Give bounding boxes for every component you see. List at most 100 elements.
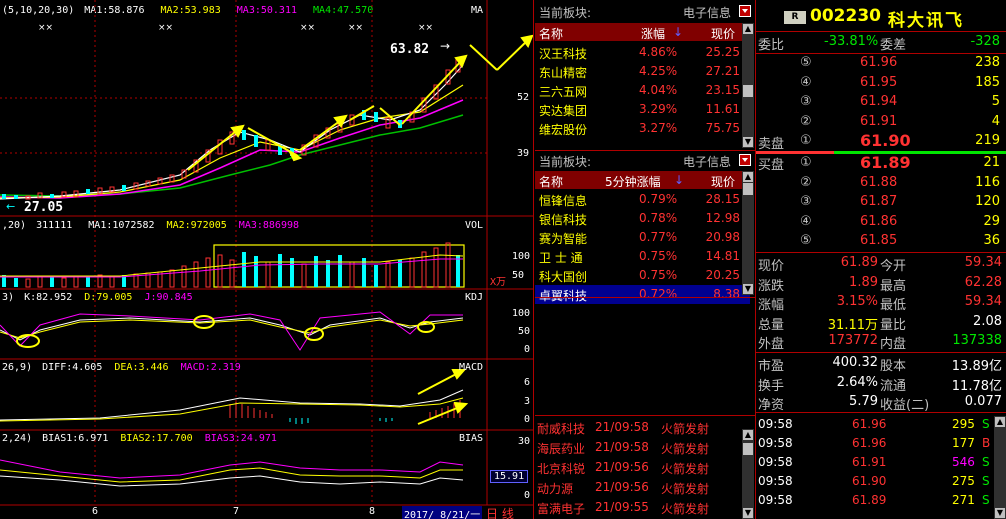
pct-change: 4.04% — [639, 83, 678, 97]
alert-message: 火箭发射 — [661, 462, 710, 476]
alert-item[interactable]: 动力源 21/09:56 火箭发射 — [535, 478, 750, 498]
bias-axis-0: 0 — [524, 490, 531, 501]
col-name[interactable]: 名称 — [539, 173, 563, 190]
ask-level[interactable]: ③ 61.94 5 — [756, 93, 1006, 112]
pct-change: 3.27% — [639, 121, 678, 135]
level-volume: 185 — [975, 74, 1000, 90]
sector2-row[interactable]: 赛为智能 0.77% 20.98 — [535, 228, 750, 247]
tick-volume: 546 — [952, 455, 975, 469]
info-label: 收益(二) — [880, 398, 930, 414]
trade-tick: 09:58 61.89 271 S — [756, 492, 1006, 509]
svg-text:××: ×× — [418, 23, 433, 33]
info-label: 总量 — [758, 317, 785, 333]
sector1-row[interactable]: 东山精密 4.25% 27.21 — [535, 62, 750, 81]
col-price[interactable]: 现价 — [711, 173, 735, 190]
sector2-scrollbar[interactable]: ▲ ▼ — [742, 171, 754, 295]
info-value: 3.15% — [836, 294, 878, 310]
sector2-row-selected[interactable]: 卓翼科技 0.72% 8.38 — [535, 285, 750, 304]
sector2-row[interactable]: 恒锋信息 0.79% 28.15 — [535, 190, 750, 209]
sector1-row[interactable]: 实达集团 3.29% 11.61 — [535, 100, 750, 119]
info-value: 59.34 — [964, 294, 1002, 310]
sector1-row[interactable]: 汉王科技 4.86% 25.25 — [535, 43, 750, 62]
sector1-row[interactable]: 维宏股份 3.27% 75.75 — [535, 119, 750, 138]
svg-text:××: ×× — [348, 23, 363, 33]
level-volume: 4 — [991, 113, 1000, 129]
bid-level[interactable]: ① 61.89 21 — [756, 153, 1006, 173]
sector2-row[interactable]: 银信科技 0.78% 12.98 — [535, 209, 750, 228]
tick-scrollbar[interactable]: ▲ ▼ — [994, 416, 1006, 519]
sector1-header: 名称 涨幅 ↓ 现价 — [535, 23, 742, 41]
bid-level[interactable]: ③ 61.87 120 — [756, 193, 1006, 212]
x-axis-8: 8 — [369, 506, 376, 517]
bias2: BIAS2:17.700 — [120, 433, 193, 444]
macd-params: 26,9) — [2, 362, 33, 373]
kdj-corner-label: KDJ — [465, 292, 484, 303]
scroll-down-icon[interactable]: ▼ — [743, 508, 753, 518]
sector2-name[interactable]: 电子信息 — [683, 153, 731, 170]
sector2-row[interactable]: 卫 士 通 0.75% 14.81 — [535, 247, 750, 266]
sector1-scrollbar[interactable]: ▲ ▼ — [742, 23, 754, 148]
sector1-name[interactable]: 电子信息 — [683, 4, 731, 21]
alert-item[interactable]: 北京科锐 21/09:56 火箭发射 — [535, 458, 750, 478]
sector2-header: 名称 5分钟涨幅 ↓ 现价 — [535, 171, 742, 189]
trade-tick: 09:58 61.91 546 S — [756, 454, 1006, 471]
level-price: 61.88 — [860, 174, 898, 190]
scroll-up-icon[interactable]: ▲ — [995, 417, 1005, 427]
bid-level[interactable]: ② 61.88 116 — [756, 174, 1006, 193]
alert-scrollbar[interactable]: ▲ ▼ — [742, 429, 754, 519]
kline-chart-panel[interactable]: (5,10,20,30) MA1:58.876 MA2:53.983 MA3:5… — [0, 0, 533, 519]
price: 8.38 — [713, 287, 740, 301]
period-tab-daily[interactable]: 日 线 — [486, 505, 514, 519]
sector2-dropdown-button[interactable] — [739, 154, 751, 166]
level-volume: 120 — [975, 194, 1000, 210]
scroll-down-icon[interactable]: ▼ — [995, 508, 1005, 518]
scroll-up-icon[interactable]: ▲ — [743, 172, 753, 182]
chevron-down-icon — [742, 9, 748, 13]
tick-price: 61.91 — [852, 455, 887, 469]
price: 11.61 — [705, 102, 740, 116]
alert-stock-name: 富满电子 — [537, 502, 586, 516]
scroll-thumb[interactable] — [743, 183, 753, 195]
ask-level[interactable]: ② 61.91 4 — [756, 113, 1006, 132]
kdj-j: J:90.845 — [144, 292, 193, 303]
ask-level[interactable]: ⑤ 61.96 238 — [756, 54, 1006, 73]
bid-level[interactable]: ⑤ 61.85 36 — [756, 232, 1006, 251]
kdj-axis-100: 100 — [512, 308, 531, 319]
col-pct[interactable]: 涨幅 — [641, 25, 665, 42]
scroll-down-icon[interactable]: ▼ — [743, 284, 753, 294]
col-pct5[interactable]: 5分钟涨幅 — [605, 173, 661, 190]
ask-level[interactable]: ④ 61.95 185 — [756, 74, 1006, 93]
alert-item[interactable]: 海辰药业 21/09:58 火箭发射 — [535, 438, 750, 458]
bid-level[interactable]: ④ 61.86 29 — [756, 213, 1006, 232]
scroll-thumb[interactable] — [743, 85, 753, 97]
sector1-dropdown-button[interactable] — [739, 5, 751, 17]
alert-stock-name: 海辰药业 — [537, 442, 586, 456]
col-price[interactable]: 现价 — [711, 25, 735, 42]
scroll-down-icon[interactable]: ▼ — [743, 137, 753, 147]
alert-item[interactable]: 耐威科技 21/09:58 火箭发射 — [535, 418, 750, 438]
bias-corner-label: BIAS — [459, 433, 484, 444]
tick-time: 09:58 — [758, 436, 793, 450]
info-label: 换手 — [758, 378, 785, 394]
level-price: 61.89 — [860, 153, 911, 172]
stock-name: 银信科技 — [539, 213, 588, 227]
sector2-row[interactable]: 科大国创 0.75% 20.25 — [535, 266, 750, 285]
alert-item[interactable]: 富满电子 21/09:55 火箭发射 — [535, 498, 750, 518]
stock-name: 卓翼科技 — [539, 289, 588, 303]
info-label: 净资 — [758, 398, 785, 414]
scroll-up-icon[interactable]: ▲ — [743, 24, 753, 34]
price: 27.21 — [705, 64, 740, 78]
price: 20.25 — [705, 268, 740, 282]
alert-time: 21/09:56 — [595, 480, 649, 494]
info-value: 31.11万 — [827, 317, 878, 333]
ask-level[interactable]: ① 61.90 219 — [756, 131, 1006, 151]
alert-stock-name: 动力源 — [537, 482, 574, 496]
tick-price: 61.96 — [852, 417, 887, 431]
price: 14.81 — [705, 249, 740, 263]
scroll-thumb[interactable] — [743, 443, 753, 455]
info-label: 现价 — [758, 259, 785, 274]
sector1-row[interactable]: 三六五网 4.04% 23.15 — [535, 81, 750, 100]
scroll-up-icon[interactable]: ▲ — [743, 430, 753, 440]
col-name[interactable]: 名称 — [539, 25, 563, 42]
info-value: 1.89 — [849, 274, 878, 290]
